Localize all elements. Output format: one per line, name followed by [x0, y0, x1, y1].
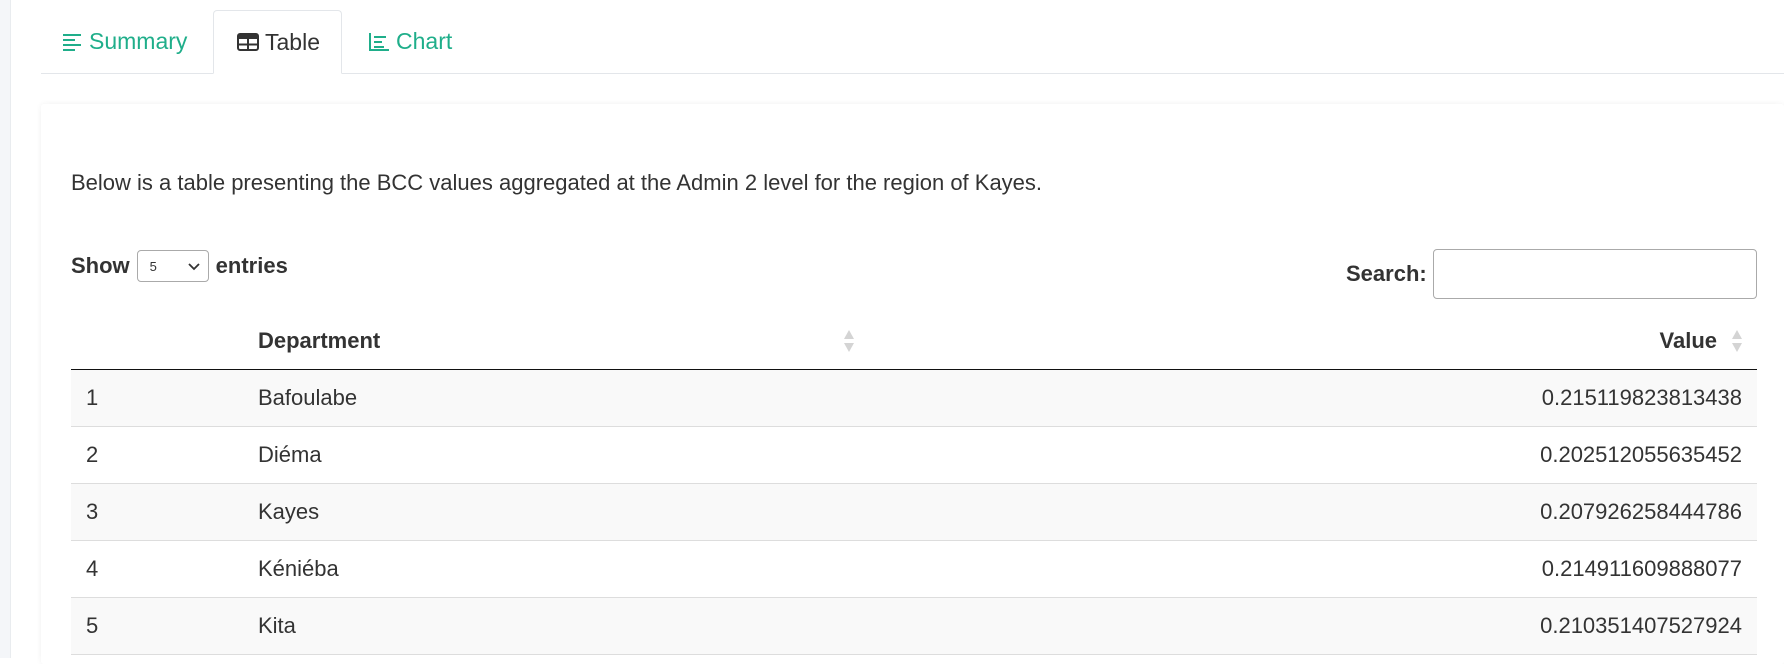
table-row[interactable]: 5 Kita 0.210351407527924: [71, 597, 1757, 655]
search-label: Search:: [1346, 261, 1427, 286]
cell-index: 3: [71, 483, 243, 541]
cell-index: 1: [71, 369, 243, 427]
table-row[interactable]: 2 Diéma 0.202512055635452: [71, 426, 1757, 484]
tab-table[interactable]: Table: [213, 10, 342, 74]
cell-value: 0.215119823813438: [863, 369, 1757, 427]
sort-icon: [1731, 328, 1743, 354]
cell-value: 0.202512055635452: [863, 426, 1757, 484]
line-chart-icon: [368, 32, 390, 52]
cell-index: 4: [71, 540, 243, 598]
table-row[interactable]: 3 Kayes 0.207926258444786: [71, 483, 1757, 541]
table-row[interactable]: 4 Kéniéba 0.214911609888077: [71, 540, 1757, 598]
header-index: [71, 313, 243, 370]
table-icon: [237, 33, 259, 51]
header-department-label: Department: [258, 327, 381, 353]
cell-index: 5: [71, 597, 243, 655]
tab-table-label: Table: [265, 28, 320, 55]
entries-select[interactable]: 5: [136, 250, 209, 282]
entries-label: entries: [215, 253, 288, 278]
cell-department: Bafoulabe: [243, 369, 863, 427]
chevron-down-icon: [188, 259, 200, 274]
cell-department: Kéniéba: [243, 540, 863, 598]
cell-index: 2: [71, 426, 243, 484]
data-table: Department Value 1 Bafoulabe 0.215119823…: [71, 313, 1757, 655]
tab-chart[interactable]: Chart: [368, 10, 452, 73]
header-department[interactable]: Department: [243, 313, 863, 370]
header-value-label: Value: [1659, 327, 1717, 353]
tab-summary[interactable]: Summary: [63, 10, 187, 73]
align-left-icon: [63, 33, 83, 51]
entries-length-control: Show 5 entries: [71, 250, 288, 282]
left-edge-strip: [0, 0, 11, 658]
cell-department: Kayes: [243, 483, 863, 541]
tab-chart-label: Chart: [396, 28, 453, 54]
tab-summary-label: Summary: [89, 28, 188, 54]
cell-value: 0.210351407527924: [863, 597, 1757, 655]
show-label: Show: [71, 253, 130, 278]
search-control: Search:: [1346, 249, 1757, 299]
search-input[interactable]: [1432, 249, 1757, 299]
sort-icon: [843, 328, 855, 354]
table-row[interactable]: 1 Bafoulabe 0.215119823813438: [71, 369, 1757, 427]
table-header-row: Department Value: [71, 313, 1757, 370]
header-value[interactable]: Value: [863, 313, 1757, 370]
table-description: Below is a table presenting the BCC valu…: [71, 170, 1043, 195]
entries-select-value: 5: [149, 258, 157, 274]
cell-value: 0.207926258444786: [863, 483, 1757, 541]
tab-bar: Summary Table Chart: [41, 10, 1784, 74]
cell-value: 0.214911609888077: [863, 540, 1757, 598]
cell-department: Diéma: [243, 426, 863, 484]
cell-department: Kita: [243, 597, 863, 655]
